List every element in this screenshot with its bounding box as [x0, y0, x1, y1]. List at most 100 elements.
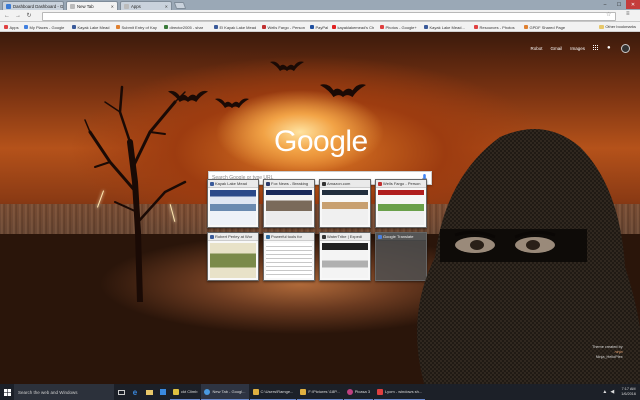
forward-icon[interactable]: → [14, 12, 22, 20]
task-icon [377, 388, 384, 395]
taskbar-task[interactable]: Picasa 3 [343, 384, 374, 400]
picasa-icon [346, 388, 353, 395]
most-visited-tile[interactable]: Robert Perley at Wor [207, 232, 259, 281]
windows-taskbar: Search the web and Windows e ckt Climb N… [0, 384, 640, 400]
user-links: Robot Gmail Images ● [530, 43, 640, 53]
windows-logo-icon [3, 388, 11, 396]
bookmark-item[interactable]: GPDF Shared Page [524, 24, 565, 30]
bookmark-favicon [164, 25, 168, 29]
gmail-link[interactable]: Gmail [550, 46, 562, 51]
bookmark-item[interactable]: Kayak Lake Mead... [424, 24, 465, 30]
bookmark-item[interactable]: Photos - Google+ [380, 24, 417, 30]
volume-icon[interactable]: ◀ [610, 389, 614, 395]
most-visited-tile[interactable]: Fox News - Breaking [263, 179, 315, 228]
bookmark-item[interactable]: kayaklakemead's Ch [332, 24, 374, 30]
folder-icon [252, 388, 259, 395]
bookmark-item[interactable]: Submit Entry of Kay [116, 24, 157, 30]
maximize-icon[interactable]: ☐ [612, 0, 626, 9]
tile-title: WaterTribe | Expedi [327, 234, 362, 239]
tab-title: Apps [131, 3, 141, 9]
reload-icon[interactable]: ↻ [25, 12, 33, 20]
folder-icon [300, 388, 307, 395]
tab-new-tab[interactable]: New Tab ✕ [66, 1, 118, 10]
bookmark-favicon [116, 25, 120, 29]
avatar[interactable] [621, 43, 630, 53]
start-button[interactable] [0, 384, 14, 400]
address-bar[interactable] [42, 11, 616, 21]
other-bookmarks[interactable]: Other bookmarks [598, 24, 636, 29]
window-controls: – ☐ ✕ [598, 0, 640, 9]
folder-icon [598, 24, 604, 29]
taskbar-task[interactable]: Lyom - windows sh... [374, 384, 426, 400]
close-icon[interactable]: ✕ [163, 4, 168, 9]
bookmark-item[interactable]: Kayak Lake Mead [72, 24, 110, 30]
bookmark-star-icon[interactable]: ☆ [606, 11, 611, 18]
tab-favicon [70, 3, 75, 9]
close-icon[interactable]: ✕ [109, 4, 114, 9]
bookmark-favicon [262, 25, 266, 29]
dead-tree-image [84, 85, 187, 302]
most-visited-tile[interactable]: WaterTribe | Expedi [319, 232, 371, 281]
google-logo: Google [274, 125, 368, 158]
task-view-icon[interactable] [114, 384, 128, 400]
apps-grid-icon[interactable] [593, 45, 599, 51]
bat-icon [270, 61, 304, 71]
tile-title: Robert Perley at Wor [215, 234, 253, 239]
bookmark-item[interactable]: Resources - Photos [474, 24, 515, 30]
taskbar-clock[interactable]: 7:17 AM 1/6/2016 [621, 387, 636, 397]
bookmark-item[interactable]: Wells Fargo - Person [262, 24, 305, 30]
taskbar-task[interactable]: C:\Users\Ramge... [249, 384, 297, 400]
taskbar-search[interactable]: Search the web and Windows [14, 384, 114, 400]
taskbar-task[interactable]: ckt Climb [170, 384, 201, 400]
bookmark-favicon [332, 25, 336, 29]
tile-title: Kayak Lake Mead [215, 181, 248, 186]
tab-title: Dashboard Dashboard - G [13, 3, 64, 9]
tile-thumbnail [210, 190, 256, 225]
bookmark-favicon [72, 25, 76, 29]
minimize-icon[interactable]: – [598, 0, 612, 9]
notifications-icon[interactable]: ● [607, 45, 613, 51]
close-window-icon[interactable]: ✕ [626, 0, 640, 9]
tile-title: Amazon.com [327, 181, 351, 186]
images-link[interactable]: Images [570, 46, 585, 51]
most-visited-tile[interactable]: Amazon.com [319, 179, 371, 228]
tab-favicon [6, 3, 11, 9]
chrome-icon [204, 388, 211, 395]
tile-favicon [321, 181, 326, 186]
tile-thumbnail [322, 190, 368, 225]
back-icon[interactable]: ← [3, 12, 11, 20]
new-tab-button[interactable] [173, 2, 187, 9]
file-explorer-icon[interactable] [142, 384, 156, 400]
bookmark-item[interactable]: PayPal [310, 24, 328, 30]
theme-credit: Theme created by ninja Ninja_HelloPlex [592, 345, 623, 359]
taskbar-search-placeholder: Search the web and Windows [18, 389, 78, 395]
bookmark-favicon [310, 25, 314, 29]
tile-favicon [209, 181, 214, 186]
edge-icon[interactable]: e [128, 384, 142, 400]
tile-title: Powerful tools for [271, 234, 302, 239]
most-visited-tile[interactable]: Powerful tools for [263, 232, 315, 281]
bookmark-item[interactable]: My Places - Google [24, 24, 64, 30]
bookmark-apps[interactable]: Apps [4, 24, 19, 30]
close-icon[interactable]: ✕ [63, 4, 64, 9]
tab-apps[interactable]: Apps ✕ [120, 1, 172, 10]
tile-favicon [321, 234, 326, 239]
tile-favicon [265, 234, 270, 239]
bookmark-item[interactable]: El Kayak Lake Mead [214, 24, 256, 30]
tile-thumbnail [266, 190, 312, 225]
tab-favicon [124, 3, 129, 9]
store-icon[interactable] [156, 384, 170, 400]
tab-dashboard[interactable]: Dashboard Dashboard - G ✕ [2, 1, 64, 10]
taskbar-task[interactable]: New Tab - Googl... [201, 384, 249, 400]
bookmark-favicon [474, 25, 478, 29]
bookmarks-bar: Apps My Places - Google Kayak Lake Mead … [0, 22, 640, 32]
task-icon [173, 388, 179, 395]
bookmark-item[interactable]: director2005 - shar [164, 24, 203, 30]
menu-icon[interactable]: ≡ [626, 11, 630, 17]
tab-strip: Dashboard Dashboard - G ✕ New Tab ✕ Apps… [0, 0, 640, 10]
browser-toolbar: ← → ↻ ☆ ≡ [0, 10, 640, 22]
most-visited-tile[interactable]: Kayak Lake Mead [207, 179, 259, 228]
network-icon[interactable]: ▲ [602, 389, 607, 395]
user-name-link[interactable]: Robot [530, 46, 542, 51]
taskbar-task[interactable]: F:\Pictures \18P... [297, 384, 343, 400]
